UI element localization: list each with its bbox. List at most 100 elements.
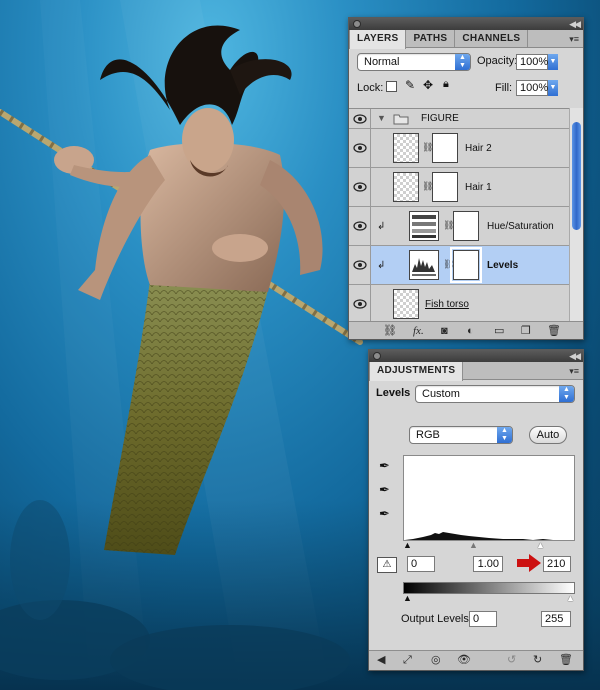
fx-icon[interactable]: fx. — [413, 325, 424, 337]
output-levels-label: Output Levels: — [401, 613, 472, 625]
output-black-field[interactable]: 0 — [469, 611, 497, 627]
opacity-input[interactable]: 100% — [516, 54, 548, 70]
link-icon[interactable]: ⛓ — [383, 325, 397, 337]
new-group-icon[interactable]: ▭ — [494, 325, 504, 337]
preset-select[interactable]: Custom ▲ ▼ — [415, 385, 575, 403]
reset-icon[interactable]: ↻ — [533, 654, 542, 666]
output-white-field[interactable]: 255 — [541, 611, 571, 627]
eye-icon — [353, 221, 367, 231]
lock-all-icon[interactable]: 🔒︎ — [443, 78, 449, 91]
previous-state-icon[interactable]: ↺ — [507, 654, 516, 666]
close-icon[interactable] — [373, 352, 381, 360]
visibility-toggle[interactable] — [349, 129, 371, 167]
chevron-updown-icon: ▲ ▼ — [497, 427, 512, 443]
layer-row-hair-1[interactable]: ⛓ Hair 1 — [349, 168, 569, 207]
channel-value: RGB — [416, 429, 440, 441]
black-output-slider[interactable]: ▲ — [403, 593, 412, 603]
blend-mode-value: Normal — [364, 56, 400, 68]
back-arrow-icon[interactable]: ◀ — [377, 654, 385, 666]
layer-thumbnail — [393, 172, 419, 202]
black-input-slider[interactable]: ▲ — [403, 540, 412, 550]
layer-row-levels[interactable]: ↲ ⛓ Levels — [349, 246, 569, 285]
gray-point-eyedropper-icon[interactable]: ✒ — [379, 482, 390, 498]
adjustments-titlebar[interactable]: ◀◀ — [369, 350, 583, 362]
layer-mask-thumbnail[interactable] — [432, 133, 458, 163]
eye-icon — [353, 260, 367, 270]
channel-select[interactable]: RGB ▲ ▼ — [409, 426, 513, 444]
auto-button[interactable]: Auto — [529, 426, 567, 444]
layers-panel: ◀◀ LAYERS PATHS CHANNELS ▾≡ Normal ▲ ▼ Op… — [348, 17, 584, 340]
layer-name-hair-2: Hair 2 — [465, 143, 492, 154]
fill-input[interactable]: 100% — [516, 80, 548, 96]
layer-mask-thumbnail[interactable] — [453, 211, 479, 241]
visibility-toggle[interactable] — [349, 246, 371, 284]
visibility-toggle[interactable] — [349, 207, 371, 245]
layers-bottom-toolbar: ⛓ fx. ◙ ◐ ▭ ❐ 🗑︎ — [349, 321, 583, 339]
visibility-toggle[interactable] — [349, 285, 371, 323]
panel-menu-icon[interactable]: ▾≡ — [569, 366, 579, 377]
adjustment-type-label: Levels — [376, 387, 411, 399]
visibility-toggle[interactable] — [349, 168, 371, 206]
layer-row-hue-saturation[interactable]: ↲ ⛓ Hue/Saturation — [349, 207, 569, 246]
lock-label: Lock: — [357, 82, 384, 94]
add-mask-icon[interactable]: ◙ — [441, 325, 448, 337]
input-white-field[interactable]: 210 — [543, 556, 571, 572]
expand-view-icon[interactable]: ⤢ — [403, 654, 412, 666]
layer-name-hue-saturation: Hue/Saturation — [487, 221, 554, 232]
input-slider-track[interactable]: ▲ ▲ ▲ — [403, 540, 575, 550]
tab-channels[interactable]: CHANNELS — [455, 30, 529, 47]
clipping-arrow-icon: ↲ — [377, 260, 386, 271]
output-slider-track[interactable]: ▲ ▲ — [403, 593, 575, 603]
clipping-arrow-icon: ↲ — [377, 221, 386, 232]
lock-transparent-icon[interactable] — [386, 81, 397, 92]
collapse-icon[interactable]: ◀◀ — [569, 18, 581, 30]
layer-list: ▼ FIGURE ⛓ Hair 2 ⛓ Hair 1 ↲ ⛓ Hue/Satur… — [349, 108, 569, 330]
fill-dropdown-arrow[interactable]: ▼ — [548, 80, 558, 96]
eye-icon[interactable]: 👁︎ — [457, 654, 471, 666]
tab-paths[interactable]: PATHS — [406, 30, 456, 47]
hue-saturation-adjustment-icon — [409, 211, 439, 241]
scrollbar-thumb[interactable] — [572, 122, 581, 230]
layer-mask-thumbnail[interactable] — [432, 172, 458, 202]
new-layer-icon[interactable]: ❐ — [521, 325, 531, 337]
chevron-updown-icon: ▲ ▼ — [455, 54, 470, 70]
layer-name-hair-1: Hair 1 — [465, 182, 492, 193]
opacity-dropdown-arrow[interactable]: ▼ — [548, 54, 558, 70]
blend-mode-select[interactable]: Normal ▲ ▼ — [357, 53, 471, 71]
layer-name-fish-torso: Fish torso — [425, 299, 469, 310]
layer-row-figure[interactable]: ▼ FIGURE — [349, 109, 569, 129]
collapse-icon[interactable]: ◀◀ — [569, 350, 581, 362]
input-black-field[interactable]: 0 — [407, 556, 435, 572]
white-output-slider[interactable]: ▲ — [566, 593, 575, 603]
close-icon[interactable] — [353, 20, 361, 28]
panel-menu-icon[interactable]: ▾≡ — [569, 34, 579, 45]
adjustments-tab-bar: ADJUSTMENTS ▾≡ — [369, 362, 583, 381]
input-gamma-field[interactable]: 1.00 — [473, 556, 503, 572]
gamma-input-slider[interactable]: ▲ — [469, 540, 478, 550]
tab-adjustments[interactable]: ADJUSTMENTS — [369, 362, 464, 381]
layer-mask-thumbnail[interactable] — [450, 247, 482, 283]
lock-paint-icon[interactable]: ✎ — [405, 78, 415, 92]
visibility-toggle[interactable] — [349, 109, 371, 128]
layer-row-hair-2[interactable]: ⛓ Hair 2 — [349, 129, 569, 168]
adjustment-layer-icon[interactable]: ◐ — [467, 325, 474, 337]
trash-icon[interactable]: 🗑︎ — [559, 654, 573, 666]
disclosure-triangle-icon[interactable]: ▼ — [377, 113, 386, 123]
trash-icon[interactable]: 🗑︎ — [547, 325, 561, 337]
layers-scrollbar[interactable] — [569, 108, 583, 330]
black-point-eyedropper-icon[interactable]: ✒ — [379, 458, 390, 474]
output-gradient-bar — [403, 582, 575, 594]
white-input-slider[interactable]: ▲ — [536, 540, 545, 550]
layer-row-fish-torso[interactable]: Fish torso — [349, 285, 569, 324]
lock-move-icon[interactable]: ✥ — [423, 78, 433, 92]
eye-icon — [353, 182, 367, 192]
eye-icon — [353, 299, 367, 309]
layer-thumbnail — [393, 289, 419, 319]
tab-layers[interactable]: LAYERS — [349, 30, 407, 49]
clip-to-layer-icon[interactable]: ◎ — [431, 654, 441, 666]
red-arrow-icon — [517, 554, 541, 572]
white-point-eyedropper-icon[interactable]: ✒ — [379, 506, 390, 522]
layers-titlebar[interactable]: ◀◀ — [349, 18, 583, 30]
clipping-warning-icon[interactable]: ⚠ — [377, 557, 397, 573]
preset-value: Custom — [422, 388, 460, 400]
